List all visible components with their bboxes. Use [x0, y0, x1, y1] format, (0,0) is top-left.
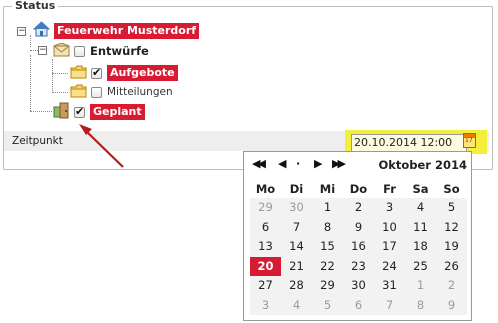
calendar-day[interactable]: 23 — [343, 257, 374, 276]
calendar-day[interactable]: 26 — [436, 257, 467, 276]
calendar-day-selected[interactable]: 20 — [250, 256, 281, 276]
calendar-day[interactable]: 5 — [436, 198, 467, 217]
weekday-label: Mo — [255, 182, 276, 196]
weekday-label: Fr — [383, 182, 396, 196]
calendar-day[interactable]: 14 — [281, 237, 312, 256]
calendar-day[interactable]: 18 — [405, 237, 436, 256]
calendar-day[interactable]: 21 — [281, 257, 312, 276]
calendar-day[interactable]: 7 — [374, 296, 405, 315]
calendar-day[interactable]: 24 — [374, 257, 405, 276]
folder-icon — [70, 83, 87, 102]
calendar-day[interactable]: 1 — [405, 276, 436, 295]
calendar-day[interactable]: 11 — [405, 218, 436, 237]
calendar-day[interactable]: 8 — [405, 296, 436, 315]
door-icon — [53, 102, 70, 123]
tree-line — [30, 111, 52, 112]
tree-line — [52, 92, 68, 93]
calendar-week-row: 13 14 15 16 17 18 19 — [250, 237, 467, 256]
calendar-day[interactable]: 3 — [250, 296, 281, 315]
weekday-label: Mi — [319, 182, 336, 196]
calendar-day[interactable]: 22 — [312, 257, 343, 276]
date-input[interactable] — [351, 134, 467, 152]
home-icon — [32, 21, 51, 41]
entwuerfe-expander[interactable]: − — [38, 46, 47, 55]
weekday-header: Mo Di Mi Do Fr Sa So — [250, 182, 467, 196]
calendar-icon[interactable]: 17 — [463, 133, 476, 148]
next-month-icon[interactable]: ▶ — [314, 157, 322, 170]
zeitpunkt-label: Zeitpunkt — [12, 135, 63, 147]
weekday-label: So — [443, 182, 460, 196]
calendar-day[interactable]: 29 — [312, 276, 343, 295]
tree-node-root[interactable]: Feuerwehr Musterdorf — [32, 21, 200, 41]
calendar-day[interactable]: 4 — [405, 198, 436, 217]
calendar-day[interactable]: 6 — [343, 296, 374, 315]
prev-year-icon[interactable]: ◀◀ — [252, 157, 266, 170]
calendar-header: ◀◀ ◀ · ▶ ▶▶ Oktober 2014 — [244, 152, 471, 176]
calendar-week-row: 3456789 — [250, 296, 467, 315]
today-button[interactable]: · — [296, 157, 300, 170]
calendar-day[interactable]: 19 — [436, 237, 467, 256]
geplant-label: Geplant — [90, 104, 145, 120]
calendar-day[interactable]: 13 — [250, 237, 281, 256]
tree-line — [52, 73, 68, 74]
calendar-day[interactable]: 9 — [436, 296, 467, 315]
tree-node-mitteilungen[interactable]: Mitteilungen — [70, 83, 173, 101]
calendar-week-row: 20 21 22 23 24 25 26 — [250, 256, 467, 276]
weekday-label: Sa — [412, 182, 429, 196]
mitteilungen-label: Mitteilungen — [107, 86, 173, 98]
tree-node-entwuerfe[interactable]: Entwürfe — [53, 41, 149, 61]
entwuerfe-label: Entwürfe — [90, 44, 149, 58]
calendar-day[interactable]: 2 — [343, 198, 374, 217]
calendar-day[interactable]: 12 — [436, 218, 467, 237]
root-label: Feuerwehr Musterdorf — [54, 23, 200, 39]
calendar-day[interactable]: 7 — [281, 218, 312, 237]
calendar-day[interactable]: 29 — [250, 198, 281, 217]
envelope-icon — [53, 41, 70, 61]
calendar-week-row: 27 28 29 30 31 1 2 — [250, 276, 467, 295]
calendar-day[interactable]: 30 — [281, 198, 312, 217]
tree-node-geplant[interactable]: Geplant — [53, 102, 145, 123]
calendar-day[interactable]: 31 — [374, 276, 405, 295]
folder-icon — [70, 64, 87, 83]
calendar-day[interactable]: 10 — [374, 218, 405, 237]
calendar-day[interactable]: 9 — [343, 218, 374, 237]
mitteilungen-checkbox[interactable] — [91, 86, 102, 98]
prev-month-icon[interactable]: ◀ — [278, 157, 286, 170]
calendar-day[interactable]: 15 — [312, 237, 343, 256]
weekday-label: Di — [289, 182, 304, 196]
calendar-day[interactable]: 27 — [250, 276, 281, 295]
tree-line — [52, 59, 53, 93]
calendar-day[interactable]: 2 — [436, 276, 467, 295]
weekday-label: Do — [349, 182, 368, 196]
tree-line — [30, 35, 31, 47]
calendar-day[interactable]: 17 — [374, 237, 405, 256]
root-expander[interactable]: − — [17, 27, 26, 36]
calendar-day[interactable]: 6 — [250, 218, 281, 237]
calendar-day[interactable]: 25 — [405, 257, 436, 276]
calendar-popup[interactable]: ◀◀ ◀ · ▶ ▶▶ Oktober 2014 Mo Di Mi Do Fr … — [243, 151, 472, 321]
tree-node-aufgebote[interactable]: Aufgebote — [70, 64, 178, 82]
tree-line — [30, 55, 31, 111]
calendar-day[interactable]: 3 — [374, 198, 405, 217]
aufgebote-checkbox[interactable] — [91, 66, 102, 79]
calendar-day[interactable]: 1 — [312, 198, 343, 217]
calendar-day[interactable]: 4 — [281, 296, 312, 315]
calendar-day[interactable]: 5 — [312, 296, 343, 315]
calendar-day-text: 17 — [465, 137, 473, 144]
next-year-icon[interactable]: ▶▶ — [332, 157, 346, 170]
calendar-day[interactable]: 8 — [312, 218, 343, 237]
status-legend: Status — [12, 0, 59, 12]
geplant-checkbox[interactable] — [74, 105, 85, 118]
entwuerfe-checkbox[interactable] — [74, 45, 85, 57]
calendar-day[interactable]: 28 — [281, 276, 312, 295]
calendar-week-row: 6 7 8 9 10 11 12 — [250, 218, 467, 237]
calendar-week-row: 29 30 1 2 3 4 5 — [250, 198, 467, 217]
calendar-day[interactable]: 16 — [343, 237, 374, 256]
calendar-month-title: Oktober 2014 — [378, 158, 467, 172]
calendar-day[interactable]: 30 — [343, 276, 374, 295]
aufgebote-label: Aufgebote — [107, 65, 178, 81]
